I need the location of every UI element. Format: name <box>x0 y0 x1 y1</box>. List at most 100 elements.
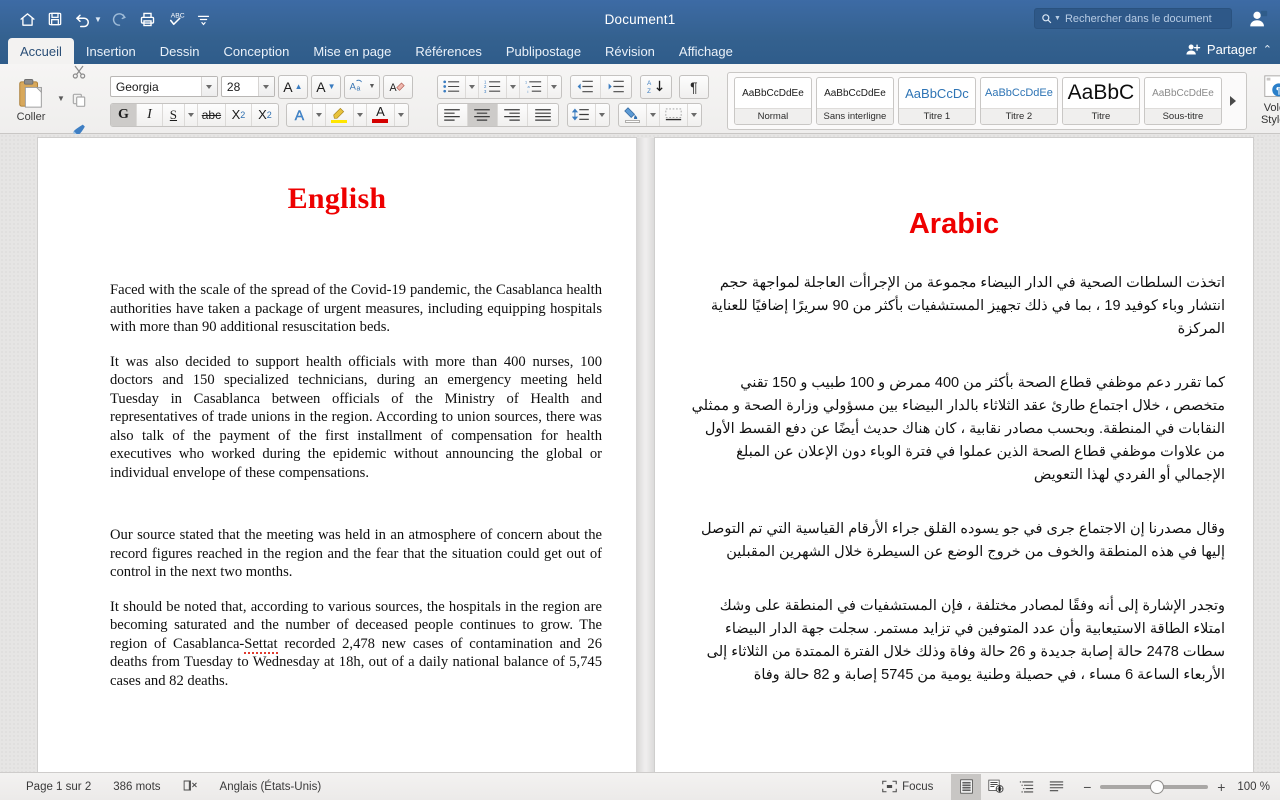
multilevel-list-button[interactable]: 1ai <box>520 75 548 98</box>
tab-revision[interactable]: Révision <box>593 38 667 64</box>
font-color-dropdown-icon[interactable] <box>395 104 408 126</box>
underline-dropdown-icon[interactable] <box>185 103 198 126</box>
copy-button[interactable] <box>69 88 89 112</box>
font-size-dropdown-icon[interactable] <box>257 77 274 96</box>
italic-button[interactable]: I <box>137 103 163 126</box>
zoom-level[interactable]: 100 % <box>1237 781 1270 793</box>
tab-publipostage[interactable]: Publipostage <box>494 38 593 64</box>
styles-pane-button[interactable]: ¶ Volet Styles <box>1247 72 1280 126</box>
change-case-dropdown-icon[interactable]: ▼ <box>368 83 375 90</box>
highlight-dropdown-icon[interactable] <box>354 103 367 126</box>
justify-button[interactable] <box>528 104 558 126</box>
sort-button[interactable]: AZ <box>639 74 672 99</box>
word-count[interactable]: 386 mots <box>113 781 160 793</box>
web-layout-view-button[interactable] <box>981 774 1011 800</box>
draft-view-button[interactable] <box>1041 774 1071 800</box>
font-size-combo[interactable]: 28 <box>220 76 275 97</box>
language-indicator[interactable]: Anglais (États-Unis) <box>220 781 322 793</box>
strikethrough-label: abc <box>201 107 222 122</box>
zoom-track[interactable] <box>1100 779 1209 794</box>
arabic-body[interactable]: اتخذت السلطات الصحية في الدار البيضاء مج… <box>685 272 1225 718</box>
font-style-buttons: G I S abc X2 X2 <box>109 102 279 127</box>
decrease-indent-button[interactable] <box>571 75 601 98</box>
page-right[interactable]: Arabic اتخذت السلطات الصحية في الدار الب… <box>655 138 1253 772</box>
multilevel-dropdown-icon[interactable] <box>548 76 561 98</box>
page-left[interactable]: English Faced with the scale of the spre… <box>38 138 636 772</box>
search-input[interactable]: ▼ Rechercher dans le document <box>1034 8 1232 29</box>
tab-mise-en-page[interactable]: Mise en page <box>301 38 403 64</box>
redo-icon[interactable] <box>107 6 133 32</box>
bullets-dropdown-icon[interactable] <box>466 75 479 98</box>
grow-font-button[interactable]: A ▲ <box>277 74 308 99</box>
tab-dessin[interactable]: Dessin <box>148 38 212 64</box>
style-titre-2[interactable]: AaBbCcDdEe Titre 2 <box>979 77 1058 125</box>
bold-button[interactable]: G <box>110 103 137 126</box>
tab-affichage[interactable]: Affichage <box>667 38 745 64</box>
shading-button[interactable] <box>619 103 647 126</box>
spelling-icon[interactable]: ABC <box>163 6 189 32</box>
save-icon[interactable] <box>42 6 68 32</box>
print-icon[interactable] <box>135 6 161 32</box>
share-button[interactable]: Partager ⌃ <box>1185 42 1272 57</box>
line-spacing-button[interactable] <box>568 103 596 126</box>
paste-dropdown-icon[interactable]: ▼ <box>57 94 65 103</box>
proofing-errors-icon[interactable] <box>183 779 198 795</box>
style-normal[interactable]: AaBbCcDdEe Normal <box>733 77 812 125</box>
shrink-font-button[interactable]: A ▼ <box>310 74 341 99</box>
numbering-button[interactable]: 123 <box>479 75 507 98</box>
borders-dropdown-icon[interactable] <box>688 104 701 126</box>
indent-buttons <box>569 74 632 99</box>
numbering-dropdown-icon[interactable] <box>507 75 520 98</box>
underline-button[interactable]: S <box>163 103 185 126</box>
change-case-button[interactable]: Aa ▼ <box>343 74 380 99</box>
superscript-button[interactable]: X2 <box>252 104 278 126</box>
align-center-button[interactable] <box>467 103 498 126</box>
style-sous-titre[interactable]: AaBbCcDdEe Sous-titre <box>1143 77 1222 125</box>
text-effects-dropdown-icon[interactable] <box>313 103 326 126</box>
zoom-slider[interactable]: − + <box>1081 779 1227 795</box>
text-effects-button[interactable]: A <box>287 103 313 126</box>
zoom-knob[interactable] <box>1150 779 1165 794</box>
superscript-label: X <box>258 107 267 122</box>
highlight-button[interactable] <box>326 103 354 126</box>
english-body[interactable]: Faced with the scale of the spread of th… <box>110 281 602 706</box>
search-icon <box>1042 14 1052 24</box>
zoom-out-button[interactable]: − <box>1081 779 1093 795</box>
search-dropdown-icon[interactable]: ▼ <box>1054 15 1061 22</box>
shading-dropdown-icon[interactable] <box>647 103 660 126</box>
style-titre-1[interactable]: AaBbCcDc Titre 1 <box>897 77 976 125</box>
print-layout-view-button[interactable] <box>951 773 982 800</box>
increase-indent-button[interactable] <box>601 76 631 98</box>
collapse-ribbon-icon[interactable]: ⌃ <box>1263 43 1272 56</box>
focus-button[interactable]: Focus <box>874 780 941 793</box>
tab-conception[interactable]: Conception <box>212 38 302 64</box>
clear-formatting-button[interactable]: A <box>382 74 413 99</box>
line-spacing-dropdown-icon[interactable] <box>596 104 609 126</box>
svg-text:A: A <box>390 82 398 94</box>
borders-button[interactable] <box>660 103 688 126</box>
paste-button[interactable]: Coller <box>5 75 57 123</box>
align-right-button[interactable] <box>498 103 528 126</box>
undo-dropdown-icon[interactable]: ▼ <box>94 15 102 24</box>
show-formatting-marks-button[interactable]: ¶ <box>678 74 709 99</box>
tab-references[interactable]: Références <box>403 38 493 64</box>
strikethrough-button[interactable]: abc <box>198 103 226 126</box>
customize-qat-icon[interactable] <box>191 6 217 32</box>
zoom-in-button[interactable]: + <box>1215 779 1227 795</box>
font-family-combo[interactable]: Georgia <box>109 76 218 97</box>
style-sans-interligne[interactable]: AaBbCcDdEe Sans interligne <box>815 77 894 125</box>
align-left-button[interactable] <box>438 103 468 126</box>
account-icon[interactable] <box>1246 8 1270 30</box>
styles-gallery-more-icon[interactable] <box>1226 78 1240 124</box>
style-titre[interactable]: AaBbC Titre <box>1061 77 1140 125</box>
font-color-button[interactable]: A <box>367 103 395 126</box>
page-indicator[interactable]: Page 1 sur 2 <box>26 781 91 793</box>
bullets-button[interactable] <box>438 75 466 98</box>
font-family-dropdown-icon[interactable] <box>200 77 217 96</box>
document-canvas[interactable]: English Faced with the scale of the spre… <box>0 134 1280 772</box>
outline-view-button[interactable] <box>1011 774 1041 800</box>
subscript-button[interactable]: X2 <box>226 103 252 126</box>
undo-icon[interactable] <box>70 6 96 32</box>
cut-button[interactable] <box>69 60 89 84</box>
home-icon[interactable] <box>14 6 40 32</box>
